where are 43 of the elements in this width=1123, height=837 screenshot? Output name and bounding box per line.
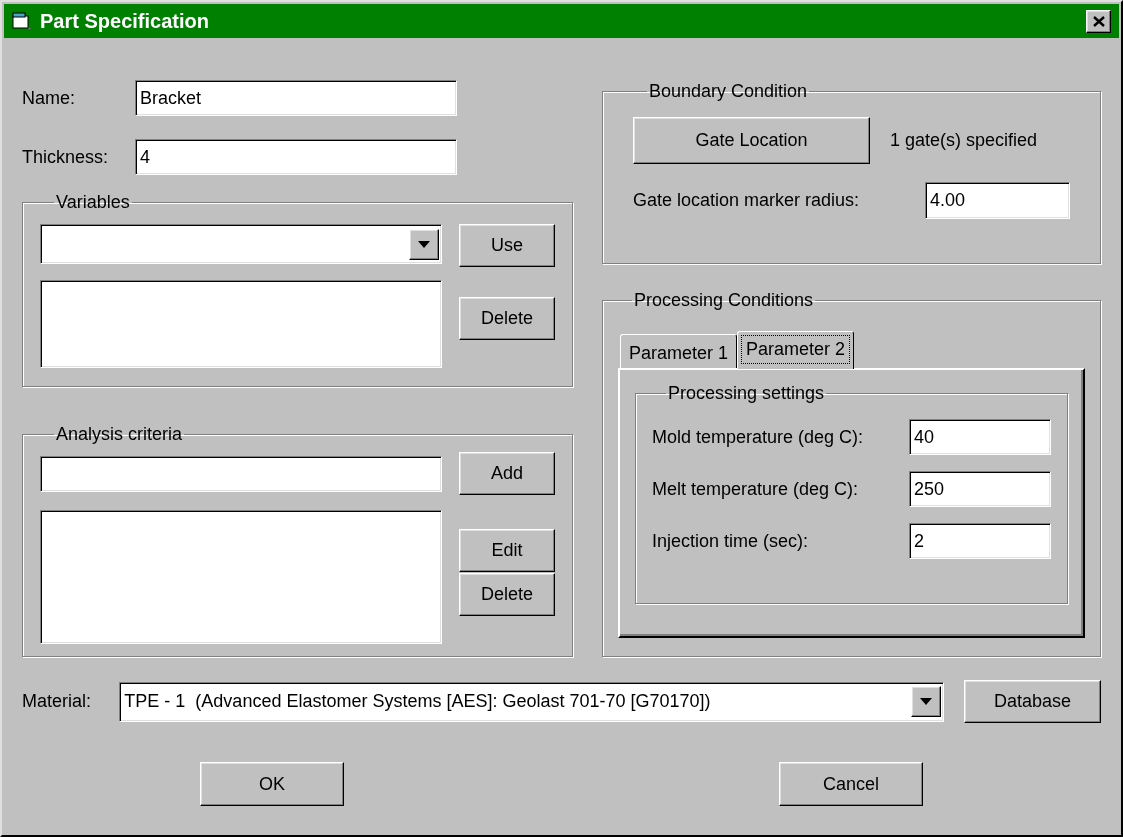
group-title: Analysis criteria xyxy=(55,423,184,446)
database-button[interactable]: Database xyxy=(963,680,1101,723)
criteria-field[interactable] xyxy=(40,456,442,492)
tab[interactable]: Parameter 2 xyxy=(737,331,855,369)
group-title: Processing Conditions xyxy=(633,289,815,312)
cancel-button[interactable]: Cancel xyxy=(779,762,923,806)
group-title: Variables xyxy=(55,191,131,214)
group-title: Processing settings xyxy=(667,382,826,405)
close-icon xyxy=(1092,15,1105,27)
setting-field[interactable]: 2 xyxy=(909,523,1051,559)
group-title: Boundary Condition xyxy=(648,80,809,103)
thickness-field[interactable]: 4 xyxy=(135,139,457,175)
window-icon xyxy=(12,12,32,30)
setting-label: Mold temperature (deg C): xyxy=(652,425,865,449)
dropdown-field[interactable]: TPE - 1 (Advanced Elastomer Systems [AES]: Geolast 701-70 [G70170]) xyxy=(119,681,944,722)
setting-label: Melt temperature (deg C): xyxy=(652,477,860,501)
delete-button[interactable]: Delete xyxy=(459,297,555,340)
name-field[interactable]: Bracket xyxy=(135,80,457,116)
dropdown-value: TPE - 1 (Advanced Elastomer Systems [AES]: Geolast 701-70 [G70170]) xyxy=(124,690,712,713)
dropdown-arrow-icon xyxy=(418,240,430,248)
ok-button[interactable]: OK xyxy=(200,762,344,806)
name-label: Name: xyxy=(22,86,76,110)
edit-button[interactable]: Edit xyxy=(459,529,555,572)
setting-field[interactable]: 250 xyxy=(909,471,1051,507)
use-button[interactable]: Use xyxy=(459,224,555,267)
dropdown-button[interactable] xyxy=(409,228,439,260)
dropdown-arrow-icon xyxy=(919,698,932,705)
material-label: Material: xyxy=(22,690,93,713)
gate-status: 1 gate(s) specified xyxy=(890,129,1038,152)
window-title: Part Specification xyxy=(40,9,210,34)
dropdown-button[interactable] xyxy=(910,686,941,717)
close-button[interactable] xyxy=(1086,9,1111,33)
delete-button[interactable]: Delete xyxy=(459,573,555,616)
setting-label: Injection time (sec): xyxy=(652,529,810,553)
radius-label: Gate location marker radius: xyxy=(633,189,861,212)
gate-location-button[interactable]: Gate Location xyxy=(633,117,870,164)
list-box[interactable] xyxy=(40,280,442,368)
tab[interactable]: Parameter 1 xyxy=(620,334,738,368)
setting-field[interactable]: 40 xyxy=(909,419,1051,455)
thickness-label: Thickness: xyxy=(22,145,110,169)
dropdown-field[interactable] xyxy=(40,224,442,264)
radius-field[interactable]: 4.00 xyxy=(925,182,1070,219)
add-button[interactable]: Add xyxy=(459,452,555,495)
